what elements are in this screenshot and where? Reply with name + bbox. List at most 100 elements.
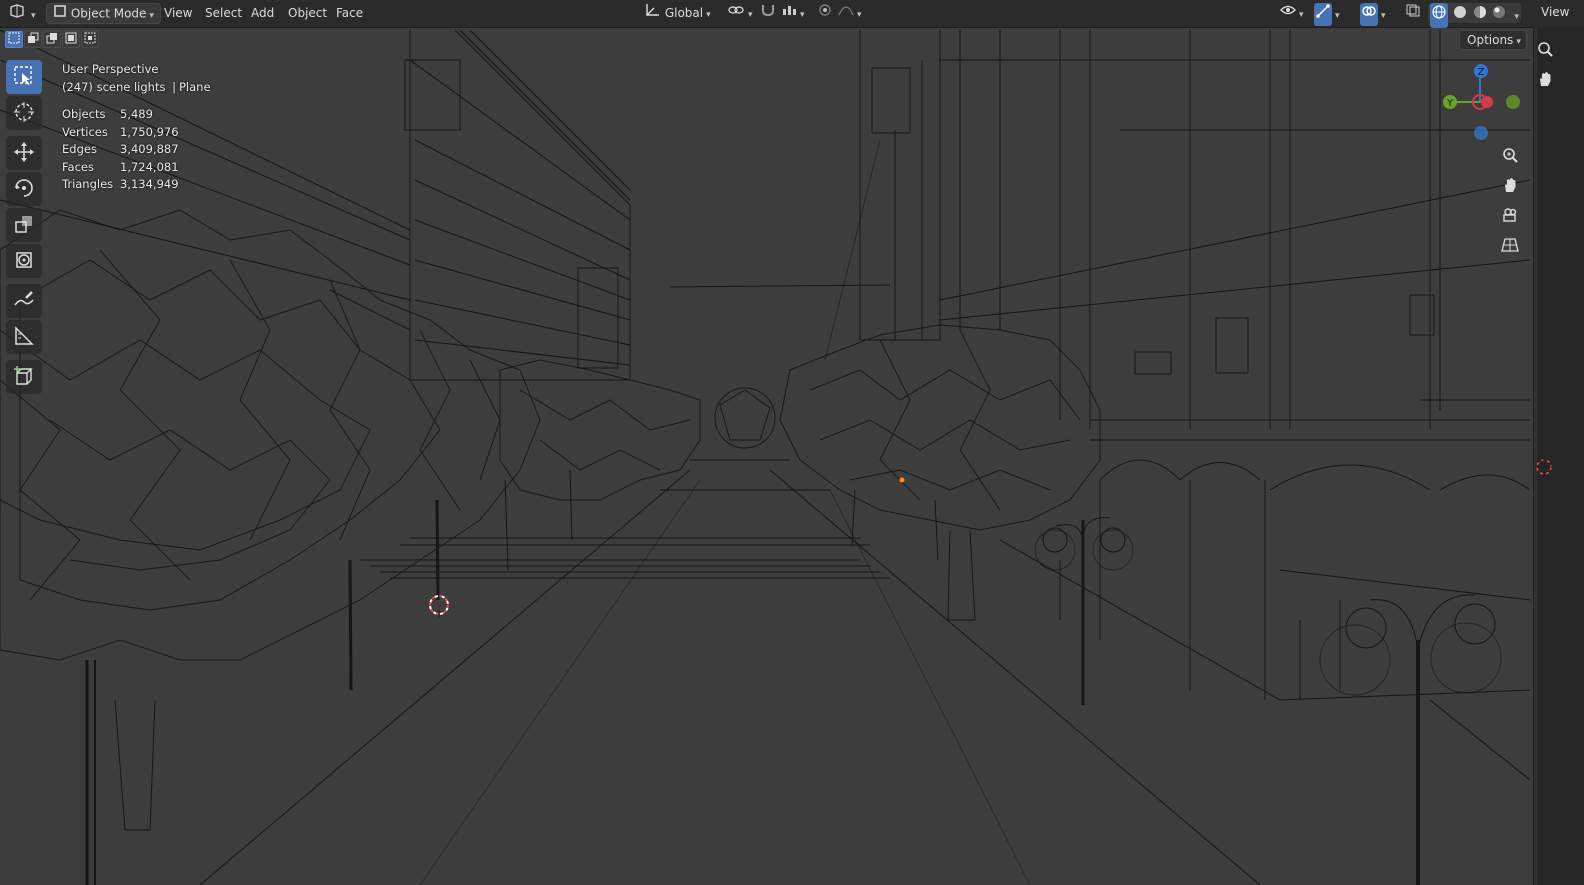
grid-perspective-icon — [1501, 236, 1519, 257]
axis-neg-z-icon — [1474, 126, 1488, 140]
menu-object-label: Object — [288, 6, 328, 20]
stat-edges: Edges 3,409,887 — [62, 141, 211, 159]
stat-vertices: Vertices 1,750,976 — [62, 124, 211, 142]
3d-viewport[interactable] — [0, 0, 1584, 885]
wireframe-scene — [0, 29, 1531, 885]
tool-select-box[interactable] — [6, 60, 42, 94]
select-box-icon — [13, 65, 35, 90]
options-label: Options — [1467, 33, 1514, 47]
3d-cursor-icon — [1534, 457, 1554, 477]
proportional-edit-toggle[interactable] — [817, 3, 833, 24]
tool-annotate[interactable] — [6, 284, 42, 318]
camera-icon — [1501, 206, 1519, 227]
stat-label: Vertices — [62, 124, 108, 139]
tool-measure[interactable] — [6, 320, 42, 354]
editor-type-button[interactable]: ▾ — [8, 3, 36, 24]
stat-label: Faces — [62, 159, 94, 174]
select-subtract-button[interactable] — [43, 31, 61, 48]
stat-value: 3,134,949 — [120, 177, 179, 191]
orientation-label: Global — [664, 6, 704, 20]
menu-add-label: Add — [251, 6, 275, 20]
tool-move[interactable] — [6, 136, 42, 170]
tool-add-cube[interactable] — [6, 360, 42, 394]
stat-triangles: Triangles 3,134,949 — [62, 176, 211, 194]
tool-cursor[interactable] — [6, 96, 42, 130]
hand-icon — [1536, 70, 1554, 91]
stat-value: 1,750,976 — [120, 124, 179, 139]
menu-view-label: View — [164, 6, 193, 20]
xray-toggle[interactable] — [1405, 3, 1421, 24]
hand-icon — [1501, 176, 1519, 197]
sidebar-view-tab[interactable]: View — [1541, 5, 1569, 19]
falloff-curve-icon — [838, 3, 854, 24]
collection-label: (247) scene lights — [62, 79, 166, 94]
camera-view-button[interactable] — [1497, 203, 1523, 229]
pivot-dropdown[interactable]: ▾ — [727, 3, 753, 24]
rotate-icon — [12, 176, 36, 203]
object-mode-icon — [53, 4, 67, 24]
stat-value: 1,724,081 — [120, 159, 179, 174]
axis-x-icon — [1481, 96, 1493, 108]
shading-buttons[interactable]: ▾ — [1428, 3, 1521, 28]
select-invert-icon — [65, 32, 77, 47]
ortho-toggle-button[interactable] — [1497, 233, 1523, 259]
options-dropdown[interactable]: Options ▾ — [1459, 30, 1527, 50]
scale-icon — [12, 212, 36, 239]
snap-increment-icon — [781, 3, 797, 24]
tool-shelf — [6, 60, 44, 396]
light-origin-dot — [899, 477, 905, 483]
stat-label: Objects — [62, 107, 106, 121]
3d-cursor-icon[interactable] — [429, 592, 449, 618]
active-object-label: Plane — [179, 79, 211, 94]
snap-target-dropdown[interactable]: ▾ — [781, 3, 805, 24]
editor-type-icon — [8, 3, 28, 26]
menu-add[interactable]: Add — [251, 3, 274, 24]
falloff-dropdown[interactable]: ▾ — [838, 3, 862, 24]
visibility-dropdown[interactable]: ▾ — [1280, 3, 1304, 24]
gizmo-icon — [1314, 3, 1332, 26]
selection-mode-buttons — [5, 31, 99, 49]
rendered-shading-icon[interactable] — [1491, 4, 1507, 27]
menu-select[interactable]: Select — [205, 3, 242, 24]
annotate-icon — [12, 288, 36, 315]
select-extend-button[interactable] — [24, 31, 42, 48]
solid-shading-icon[interactable] — [1452, 4, 1468, 27]
select-invert-button[interactable] — [62, 31, 80, 48]
stat-value: 5,489 — [120, 107, 153, 121]
select-intersect-icon — [84, 32, 96, 47]
select-intersect-button[interactable] — [81, 31, 99, 48]
view-name: User Perspective — [62, 62, 159, 76]
gizmo-toggle[interactable]: ▾ — [1314, 3, 1340, 26]
xray-icon — [1405, 3, 1421, 24]
zoom-icon — [1536, 40, 1554, 61]
zoom-button[interactable] — [1497, 143, 1523, 169]
orientation-icon — [645, 3, 661, 24]
navigation-gizmo[interactable]: Z Y — [1438, 58, 1522, 148]
select-extend-icon — [27, 32, 39, 47]
proportional-edit-icon — [817, 3, 833, 24]
menu-object[interactable]: Object — [288, 3, 327, 24]
strip-pan-button[interactable] — [1532, 67, 1558, 93]
menu-face[interactable]: Face — [336, 3, 363, 24]
stat-label: Edges — [62, 142, 97, 156]
mode-dropdown[interactable]: Object Mode ▾ — [46, 3, 161, 24]
add-cube-icon — [12, 364, 36, 391]
snap-toggle[interactable] — [760, 3, 776, 24]
material-shading-icon[interactable] — [1472, 4, 1488, 27]
viewport-info-overlay: User Perspective (247) scene lights | Pla… — [62, 61, 211, 194]
tool-rotate[interactable] — [6, 172, 42, 206]
select-new-button[interactable] — [5, 31, 23, 48]
orientation-dropdown[interactable]: Global ▾ — [645, 3, 711, 24]
tool-scale[interactable] — [6, 208, 42, 242]
menu-face-label: Face — [336, 6, 364, 20]
wireframe-shading-icon[interactable] — [1430, 3, 1448, 28]
menu-select-label: Select — [205, 6, 243, 20]
svg-text:Z: Z — [1478, 67, 1485, 78]
overlays-icon — [1360, 3, 1378, 26]
menu-view[interactable]: View — [164, 3, 192, 24]
pan-button[interactable] — [1497, 173, 1523, 199]
tool-transform[interactable] — [6, 244, 42, 278]
overlays-toggle[interactable]: ▾ — [1360, 3, 1386, 26]
strip-zoom-button[interactable] — [1532, 37, 1558, 63]
stat-value: 3,409,887 — [120, 142, 179, 156]
